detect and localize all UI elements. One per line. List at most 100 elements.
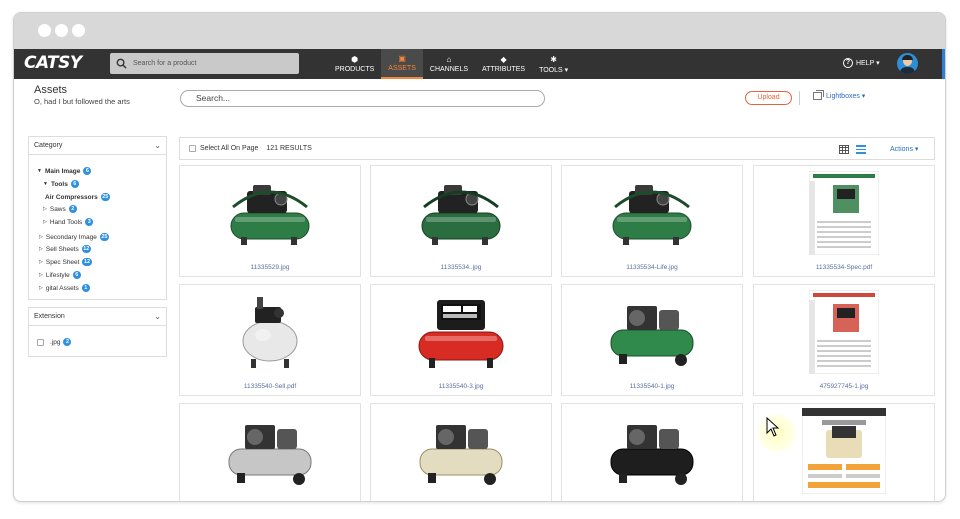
caret-down-icon[interactable]: ▼ — [43, 181, 48, 187]
chevron-down-icon[interactable]: ⌄ — [154, 308, 161, 325]
select-all[interactable]: Select All On Page 121 RESULTS — [189, 145, 312, 152]
asset-card[interactable] — [179, 403, 361, 501]
asset-thumbnail[interactable] — [180, 170, 360, 256]
asset-filename[interactable]: 11335540-1.jpg — [562, 383, 742, 390]
window-dot[interactable] — [72, 24, 85, 37]
asset-search-input[interactable]: Search... — [180, 90, 545, 107]
asset-thumbnail[interactable] — [371, 408, 551, 494]
lightboxes-dropdown[interactable]: Lightboxes ▾ — [813, 90, 865, 100]
gear-icon: ✱ — [550, 54, 557, 64]
category-label: Air Compressors — [45, 193, 98, 201]
category-item[interactable]: ▼ Main Image 6 — [37, 167, 92, 175]
asset-card[interactable]: 11335540-Sell.pdf — [179, 284, 361, 396]
page-title: Assets — [34, 84, 68, 96]
nav-tab-channels[interactable]: ⌂ CHANNELS — [423, 49, 475, 79]
category-panel-header[interactable]: Category ⌄ — [29, 137, 166, 155]
asset-card[interactable]: 11335529.jpg — [179, 165, 361, 277]
caret-right-icon[interactable]: ▷ — [39, 259, 43, 265]
category-item[interactable]: ▷ Lifestyle 6 — [39, 271, 81, 279]
extension-option[interactable]: .jpg 2 — [37, 338, 72, 346]
asset-filename[interactable]: 11335534-Spec.pdf — [754, 264, 934, 271]
help-label: HELP ▾ — [856, 60, 880, 67]
nav-tab-products[interactable]: ⬢ PRODUCTS — [328, 49, 381, 79]
asset-thumbnail[interactable] — [754, 289, 934, 375]
grid-view-icon[interactable] — [839, 145, 849, 154]
category-item[interactable]: ▷ gital Assets 1 — [39, 284, 90, 292]
asset-card[interactable] — [370, 403, 552, 501]
window-dot[interactable] — [55, 24, 68, 37]
count-badge: 25 — [99, 233, 109, 241]
asset-card[interactable]: 11335534-Life.jpg — [561, 165, 743, 277]
product-search-input[interactable]: Search for a product — [110, 53, 299, 74]
image-icon: ▣ — [398, 54, 406, 63]
category-item[interactable]: ▷ Sell Sheets 12 — [39, 245, 91, 253]
nav-tab-assets[interactable]: ▣ ASSETS — [381, 49, 423, 79]
category-item[interactable]: ▷ Saws 2 — [43, 205, 77, 213]
extension-checkbox[interactable] — [37, 338, 44, 346]
search-icon — [116, 58, 127, 69]
asset-card[interactable]: 11335534..jpg — [370, 165, 552, 277]
asset-card[interactable]: 11335534-Spec.pdf — [753, 165, 935, 277]
tag-icon: ◆ — [500, 55, 507, 64]
category-item[interactable]: ▼ Tools 6 — [43, 180, 79, 188]
caret-right-icon[interactable]: ▷ — [39, 234, 43, 240]
nav-tab-attributes[interactable]: ◆ ATTRIBUTES — [475, 49, 532, 79]
caret-right-icon[interactable]: ▷ — [39, 246, 43, 252]
asset-filename[interactable]: 475927745-1.jpg — [754, 383, 934, 390]
asset-thumbnail[interactable] — [562, 408, 742, 494]
extension-label: .jpg — [50, 338, 61, 346]
asset-card[interactable]: 11335540-3.jpg — [370, 284, 552, 396]
count-badge: 6 — [83, 167, 92, 175]
asset-thumbnail[interactable] — [180, 408, 360, 494]
caret-right-icon[interactable]: ▷ — [39, 285, 43, 291]
caret-right-icon[interactable]: ▷ — [43, 206, 47, 212]
lightbox-icon — [813, 90, 824, 100]
nav-tab-tools[interactable]: ✱ TOOLS ▾ — [532, 49, 575, 79]
asset-thumbnail[interactable] — [180, 289, 360, 375]
list-view-icon[interactable] — [856, 145, 866, 154]
asset-filename[interactable]: 11335540-Sell.pdf — [180, 383, 360, 390]
caret-down-icon[interactable]: ▼ — [37, 168, 42, 174]
select-all-checkbox[interactable] — [189, 145, 196, 152]
catsy-logo[interactable]: CATSY — [24, 53, 82, 73]
category-item[interactable]: Air Compressors 25 — [45, 193, 110, 201]
asset-filename[interactable]: 11335534-Life.jpg — [562, 264, 742, 271]
divider — [799, 91, 800, 105]
caret-right-icon[interactable]: ▷ — [39, 272, 43, 278]
asset-card[interactable]: 11335540-1.jpg — [561, 284, 743, 396]
category-label: Hand Tools — [49, 218, 83, 226]
category-item[interactable]: ▷ Spec Sheet 12 — [39, 258, 92, 266]
category-filter-panel: Category ⌄ ▼ Main Image 6 ▼ Tools 6 Air Compre… — [28, 136, 167, 300]
caret-right-icon[interactable]: ▷ — [43, 219, 47, 225]
mouse-pointer-icon — [766, 417, 780, 437]
category-item[interactable]: ▷ Hand Tools 3 — [43, 218, 94, 226]
asset-card[interactable] — [561, 403, 743, 501]
category-label: Main Image — [44, 167, 81, 175]
extension-panel-header[interactable]: Extension ⌄ — [29, 308, 166, 326]
actions-dropdown[interactable]: Actions ▾ — [890, 145, 918, 153]
category-title: Category — [34, 142, 63, 149]
asset-filename[interactable]: 11335534..jpg — [371, 264, 551, 271]
window-dot[interactable] — [38, 24, 51, 37]
asset-card[interactable]: 475927745-1.jpg — [753, 284, 935, 396]
asset-thumbnail[interactable] — [562, 170, 742, 256]
asset-thumbnail[interactable] — [754, 170, 934, 256]
select-all-label: Select All On Page — [200, 145, 259, 152]
category-item[interactable]: ▷ Secondary Image 25 — [39, 233, 109, 241]
asset-filename[interactable]: 11335540-3.jpg — [371, 383, 551, 390]
avatar[interactable] — [897, 53, 918, 74]
count-badge: 2 — [68, 205, 77, 213]
asset-thumbnail[interactable] — [371, 170, 551, 256]
chevron-down-icon[interactable]: ⌄ — [154, 137, 161, 154]
product-search-placeholder: Search for a product — [133, 60, 197, 67]
asset-thumbnail[interactable] — [371, 289, 551, 375]
upload-button[interactable]: Upload — [745, 91, 792, 105]
asset-thumbnail[interactable] — [562, 289, 742, 375]
nav-tab-label: TOOLS ▾ — [539, 66, 569, 74]
help-menu[interactable]: ? HELP ▾ — [843, 58, 880, 68]
count-badge: 3 — [85, 218, 94, 226]
category-label: Saws — [49, 205, 66, 213]
asset-filename[interactable]: 11335529.jpg — [180, 264, 360, 271]
nav-tab-label: CHANNELS — [429, 66, 469, 73]
nav-tab-label: PRODUCTS — [335, 66, 375, 73]
